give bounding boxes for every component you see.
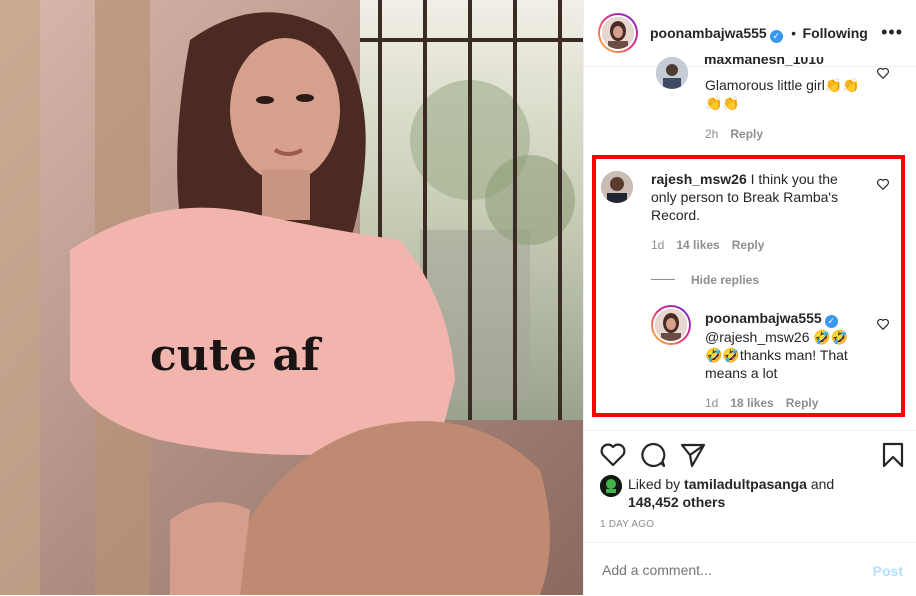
following-button[interactable]: Following [803, 25, 868, 41]
post-comment-button[interactable]: Post [873, 563, 903, 579]
liker-avatar[interactable] [600, 475, 622, 497]
comment-icon[interactable] [640, 442, 666, 468]
heart-icon[interactable] [600, 443, 626, 467]
share-icon[interactable] [680, 442, 706, 468]
shirt-text: cute af [150, 330, 323, 381]
separator-dot: • [791, 25, 797, 41]
save-bookmark-icon[interactable] [881, 442, 905, 468]
photo-illustration: cute af [0, 0, 583, 595]
heart-icon[interactable] [876, 66, 890, 80]
comment-meta: 2h Reply [705, 127, 775, 141]
post-timestamp[interactable]: 1 DAY AGO [600, 519, 654, 530]
commenter-avatar[interactable] [656, 57, 688, 89]
comment-time: 2h [705, 127, 719, 141]
comment-input[interactable] [600, 561, 844, 579]
likes-and: and [810, 476, 835, 492]
highlight-box [592, 155, 905, 417]
liker-username[interactable]: tamiladultpasanga [684, 476, 807, 492]
more-options-icon[interactable]: ••• [881, 22, 903, 43]
comment-text: Glamorous little girl👏👏 👏👏 [705, 77, 860, 111]
author-avatar[interactable] [598, 13, 638, 53]
action-bar [584, 430, 916, 471]
verified-badge-icon: ✓ [769, 30, 783, 43]
likes-count[interactable]: 148,452 others [628, 494, 725, 510]
comment-username[interactable]: maxmahesh_1010 [704, 57, 824, 67]
add-comment-bar: Post [584, 542, 916, 596]
likes-summary: Liked by tamiladultpasanga and 148,452 o… [628, 475, 908, 511]
reply-button[interactable]: Reply [730, 127, 763, 141]
likes-prefix: Liked by [628, 476, 681, 492]
author-username[interactable]: poonambajwa555 [650, 25, 767, 41]
post-photo[interactable]: cute af [0, 0, 583, 595]
